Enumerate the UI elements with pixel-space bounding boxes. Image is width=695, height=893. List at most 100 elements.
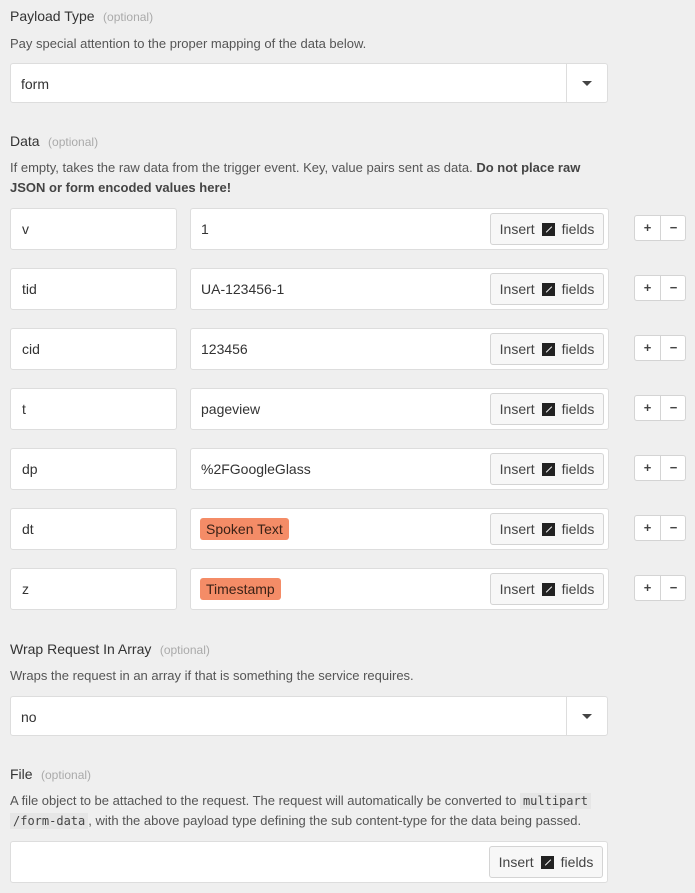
data-row: cid 123456 Insert fields + − xyxy=(10,328,690,370)
fields-label: fields xyxy=(561,581,595,597)
row-controls: + − xyxy=(634,395,686,421)
fields-label: fields xyxy=(560,854,594,870)
remove-row-button[interactable]: − xyxy=(661,576,686,600)
zap-icon xyxy=(541,462,555,476)
insert-fields-button[interactable]: Insert fields xyxy=(490,573,604,605)
data-heading: Data (optional) xyxy=(10,133,98,151)
insert-fields-button[interactable]: Insert fields xyxy=(490,273,604,305)
fields-label: fields xyxy=(561,341,595,357)
add-row-button[interactable]: + xyxy=(635,576,661,600)
insert-label: Insert xyxy=(499,281,535,297)
key-input[interactable]: z xyxy=(10,568,177,610)
data-label: Data xyxy=(10,133,40,149)
data-row: tid UA-123456-1 Insert fields + − xyxy=(10,268,690,310)
value-text: %2FGoogleGlass xyxy=(201,461,311,477)
file-help-text-2: , with the above payload type defining t… xyxy=(88,813,582,828)
field-token[interactable]: Spoken Text xyxy=(200,518,289,540)
remove-row-button[interactable]: − xyxy=(661,216,686,240)
value-input[interactable]: Timestamp Insert fields xyxy=(190,568,609,610)
insert-label: Insert xyxy=(499,461,535,477)
insert-label: Insert xyxy=(499,221,535,237)
key-text: z xyxy=(22,581,29,597)
insert-fields-button[interactable]: Insert fields xyxy=(490,513,604,545)
chevron-down-icon[interactable] xyxy=(582,81,592,86)
row-controls: + − xyxy=(634,455,686,481)
value-input[interactable]: 123456 Insert fields xyxy=(190,328,609,370)
file-input[interactable]: Insert fields xyxy=(10,841,608,883)
remove-row-button[interactable]: − xyxy=(661,456,686,480)
data-help-text: If empty, takes the raw data from the tr… xyxy=(10,160,477,175)
fields-label: fields xyxy=(561,221,595,237)
payload-type-heading: Payload Type (optional) xyxy=(10,8,153,26)
select-divider xyxy=(566,697,567,735)
key-input[interactable]: cid xyxy=(10,328,177,370)
data-help: If empty, takes the raw data from the tr… xyxy=(10,158,610,198)
value-input[interactable]: Spoken Text Insert fields xyxy=(190,508,609,550)
row-controls: + − xyxy=(634,335,686,361)
payload-type-value: form xyxy=(21,76,49,92)
add-row-button[interactable]: + xyxy=(635,276,661,300)
wrap-select[interactable]: no xyxy=(10,696,608,736)
key-input[interactable]: dt xyxy=(10,508,177,550)
key-text: v xyxy=(22,221,29,237)
file-heading: File (optional) xyxy=(10,766,91,784)
zap-icon xyxy=(541,342,555,356)
fields-label: fields xyxy=(561,521,595,537)
field-token[interactable]: Timestamp xyxy=(200,578,281,600)
remove-row-button[interactable]: − xyxy=(661,336,686,360)
key-input[interactable]: tid xyxy=(10,268,177,310)
data-row: dp %2FGoogleGlass Insert fields + − xyxy=(10,448,690,490)
insert-label: Insert xyxy=(498,854,534,870)
value-text: 1 xyxy=(201,221,209,237)
zap-icon xyxy=(540,855,554,869)
wrap-help: Wraps the request in an array if that is… xyxy=(10,668,414,683)
remove-row-button[interactable]: − xyxy=(661,516,686,540)
data-row: v 1 Insert fields + − xyxy=(10,208,690,250)
file-label: File xyxy=(10,766,33,782)
add-row-button[interactable]: + xyxy=(635,336,661,360)
add-row-button[interactable]: + xyxy=(635,216,661,240)
data-row: z Timestamp Insert fields + − xyxy=(10,568,690,610)
wrap-value: no xyxy=(21,709,37,725)
file-optional: (optional) xyxy=(41,768,92,782)
file-help: A file object to be attached to the requ… xyxy=(10,791,614,831)
value-text: 123456 xyxy=(201,341,248,357)
key-input[interactable]: t xyxy=(10,388,177,430)
add-row-button[interactable]: + xyxy=(635,396,661,420)
value-input[interactable]: UA-123456-1 Insert fields xyxy=(190,268,609,310)
fields-label: fields xyxy=(561,401,595,417)
payload-type-select[interactable]: form xyxy=(10,63,608,103)
insert-fields-button[interactable]: Insert fields xyxy=(489,846,603,878)
insert-label: Insert xyxy=(499,581,535,597)
add-row-button[interactable]: + xyxy=(635,516,661,540)
zap-icon xyxy=(541,282,555,296)
key-text: dt xyxy=(22,521,34,537)
value-input[interactable]: %2FGoogleGlass Insert fields xyxy=(190,448,609,490)
value-text: UA-123456-1 xyxy=(201,281,285,297)
file-code-form-data: /form-data xyxy=(10,813,89,829)
data-optional: (optional) xyxy=(48,135,99,149)
wrap-optional: (optional) xyxy=(159,643,210,657)
key-input[interactable]: dp xyxy=(10,448,177,490)
value-input[interactable]: 1 Insert fields xyxy=(190,208,609,250)
insert-fields-button[interactable]: Insert fields xyxy=(490,393,604,425)
file-code-multipart: multipart xyxy=(519,793,591,809)
payload-type-optional: (optional) xyxy=(103,10,154,24)
remove-row-button[interactable]: − xyxy=(661,396,686,420)
file-help-text-1: A file object to be attached to the requ… xyxy=(10,793,520,808)
chevron-down-icon[interactable] xyxy=(582,714,592,719)
insert-fields-button[interactable]: Insert fields xyxy=(490,333,604,365)
remove-row-button[interactable]: − xyxy=(661,276,686,300)
zap-icon xyxy=(541,522,555,536)
add-row-button[interactable]: + xyxy=(635,456,661,480)
row-controls: + − xyxy=(634,515,686,541)
value-input[interactable]: pageview Insert fields xyxy=(190,388,609,430)
key-input[interactable]: v xyxy=(10,208,177,250)
key-text: cid xyxy=(22,341,40,357)
payload-type-help: Pay special attention to the proper mapp… xyxy=(10,36,367,51)
insert-label: Insert xyxy=(499,341,535,357)
insert-fields-button[interactable]: Insert fields xyxy=(490,213,604,245)
data-row: t pageview Insert fields + − xyxy=(10,388,690,430)
insert-fields-button[interactable]: Insert fields xyxy=(490,453,604,485)
select-divider xyxy=(566,64,567,102)
